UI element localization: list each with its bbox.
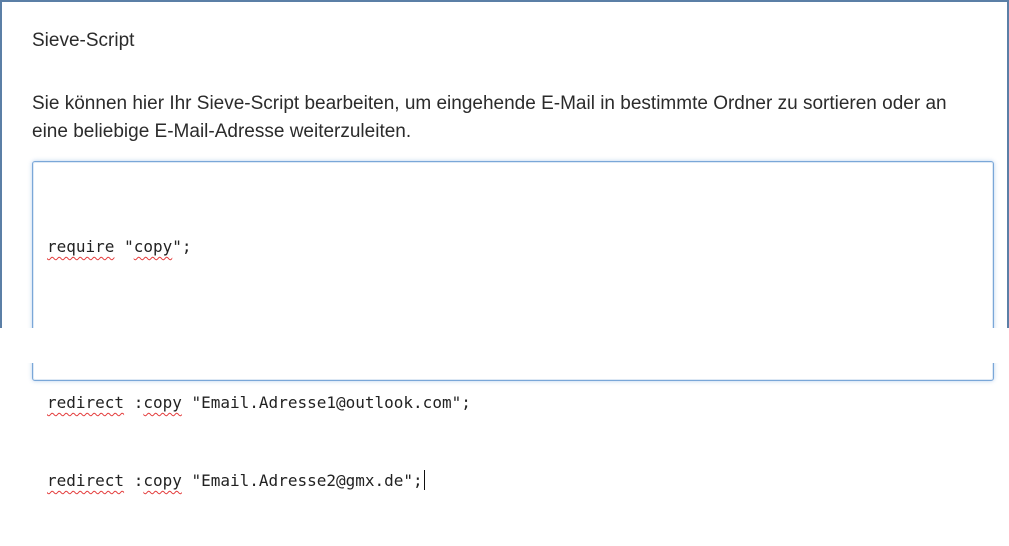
redirect-address-1: "Email.Adresse1@outlook.com"; — [181, 393, 471, 412]
tag-copy: copy — [143, 471, 182, 490]
code-content[interactable]: require "copy"; redirect :copy "Email.Ad… — [47, 182, 471, 546]
code-line-1: require "copy"; — [47, 234, 471, 260]
redirect-address-2: "Email.Adresse2@gmx.de"; — [181, 471, 423, 490]
tag-copy: copy — [143, 393, 182, 412]
keyword-redirect: redirect — [47, 393, 125, 412]
text-caret — [423, 470, 425, 490]
sieve-script-panel: Sieve-Script Sie können hier Ihr Sieve-S… — [0, 0, 1009, 490]
section-title: Sieve-Script — [32, 30, 135, 51]
keyword-require: require — [47, 237, 115, 256]
require-arg: "copy"; — [124, 237, 192, 256]
code-line-3: redirect :copy "Email.Adresse1@outlook.c… — [47, 393, 471, 412]
crop-edge — [0, 328, 1009, 363]
keyword-redirect: redirect — [47, 471, 125, 490]
section-description: Sie können hier Ihr Sieve-Script bearbei… — [32, 93, 947, 142]
code-line-4: redirect :copy "Email.Adresse2@gmx.de"; — [47, 470, 425, 490]
